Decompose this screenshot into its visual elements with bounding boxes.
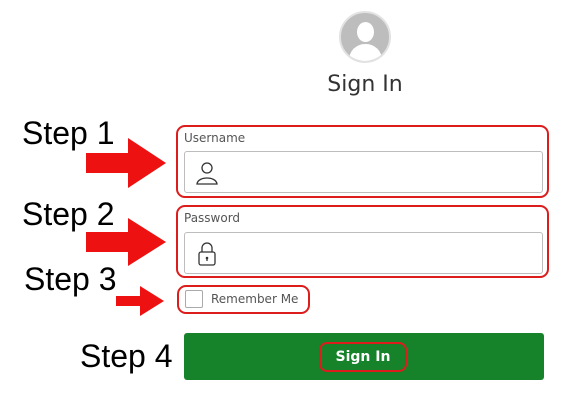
password-label: Password (184, 211, 241, 225)
username-field[interactable] (184, 151, 543, 193)
password-input[interactable] (225, 237, 536, 269)
step-2-arrow-icon (86, 218, 166, 266)
sign-in-button-label[interactable]: Sign In (319, 342, 407, 372)
user-icon (196, 162, 218, 185)
username-label: Username (184, 131, 246, 145)
password-field[interactable] (184, 232, 543, 274)
remember-label[interactable]: Remember Me (211, 292, 298, 306)
step-4-label: Step 4 (80, 338, 173, 374)
step-1-arrow-icon (86, 138, 166, 188)
remember-checkbox[interactable] (185, 290, 203, 308)
lock-icon (198, 242, 216, 266)
user-avatar-icon (339, 11, 391, 63)
username-input[interactable] (225, 156, 536, 188)
page-title: Sign In (327, 72, 403, 97)
step-3-label: Step 3 (24, 261, 117, 297)
step-3-arrow-icon (116, 286, 164, 316)
